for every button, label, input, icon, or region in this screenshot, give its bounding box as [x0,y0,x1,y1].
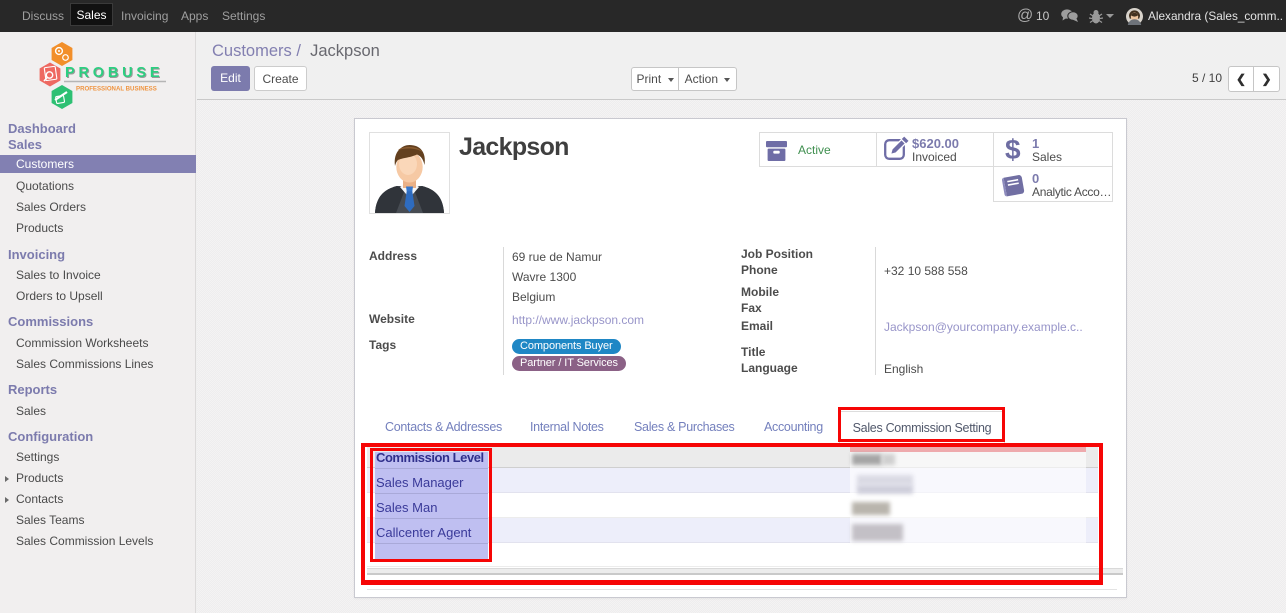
svg-text:PROBUSE: PROBUSE [65,65,163,81]
svg-text:PROFESSIONAL BUSINESS: PROFESSIONAL BUSINESS [76,86,157,93]
